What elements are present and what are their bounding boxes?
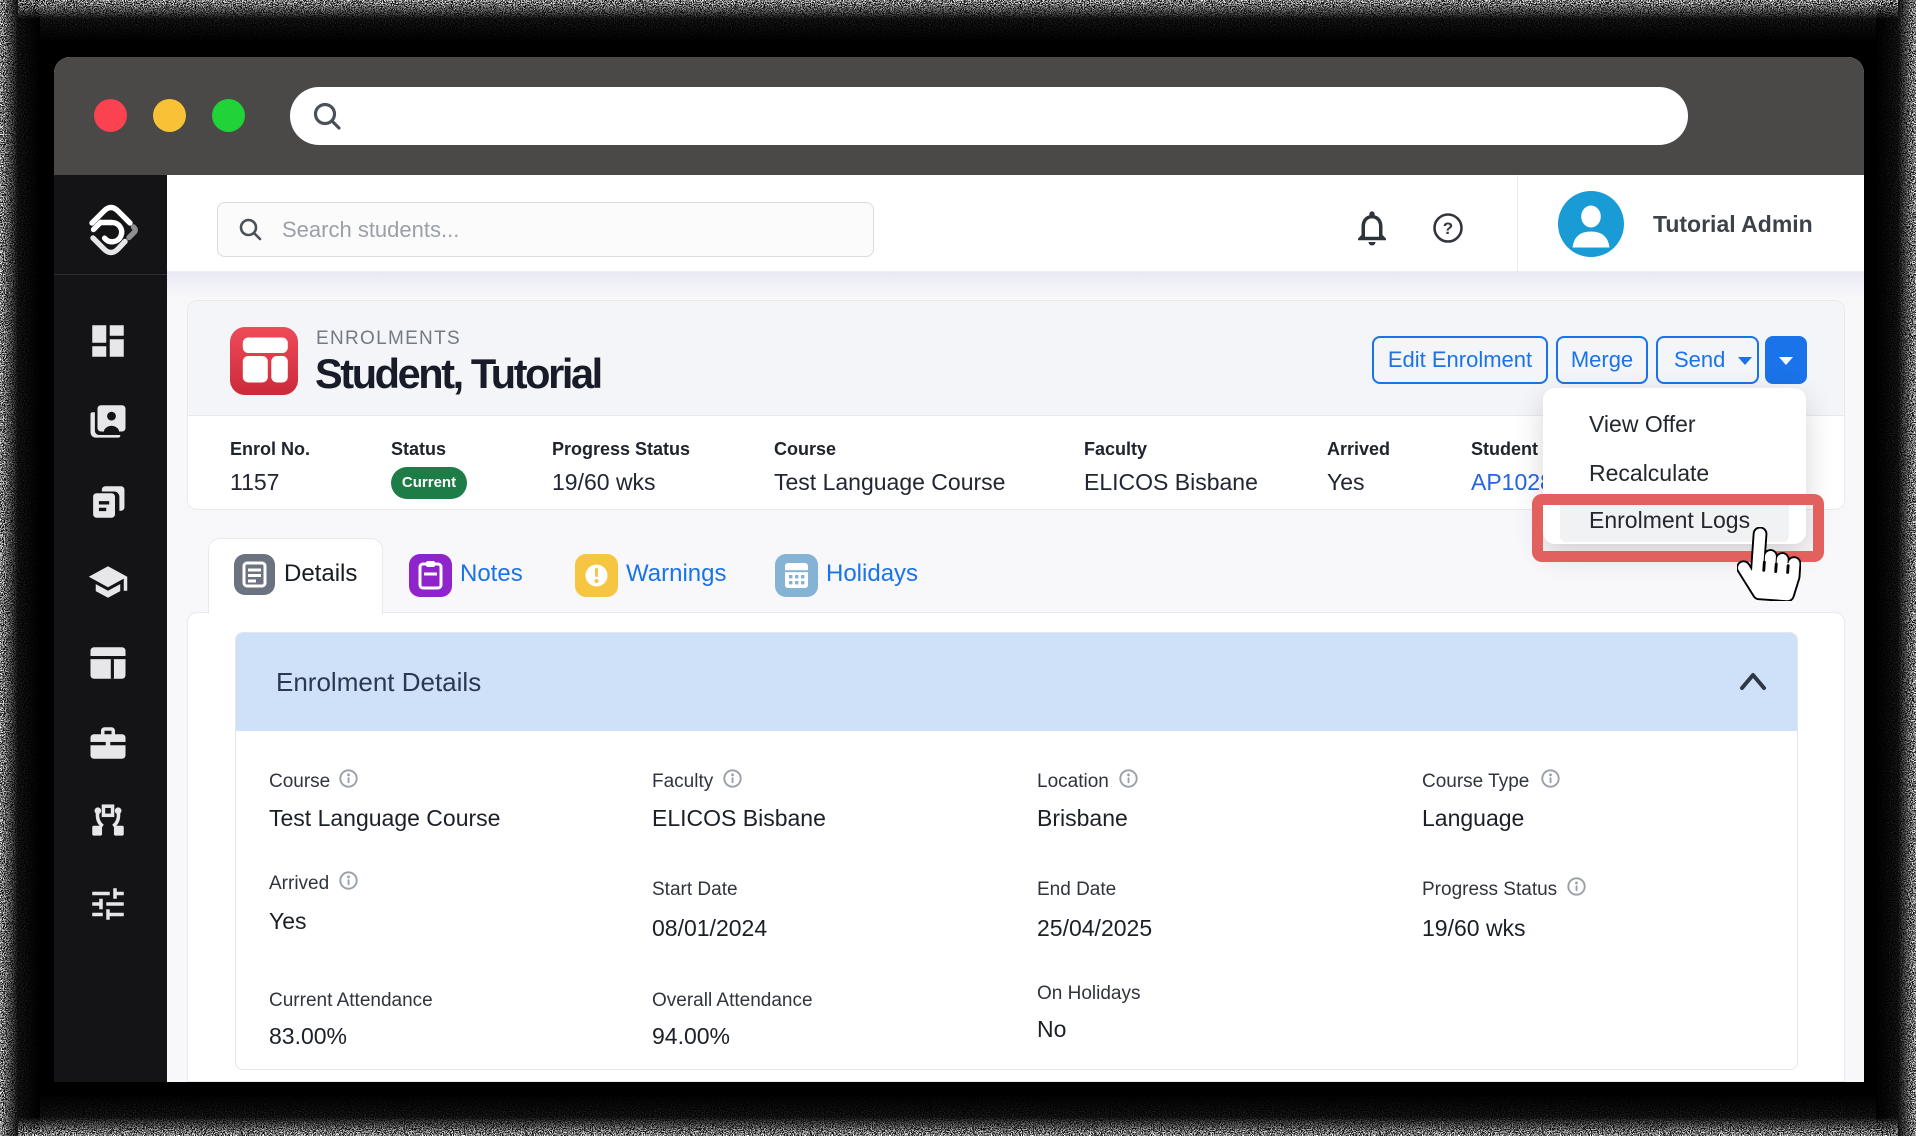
svg-text:?: ? (1443, 219, 1453, 238)
